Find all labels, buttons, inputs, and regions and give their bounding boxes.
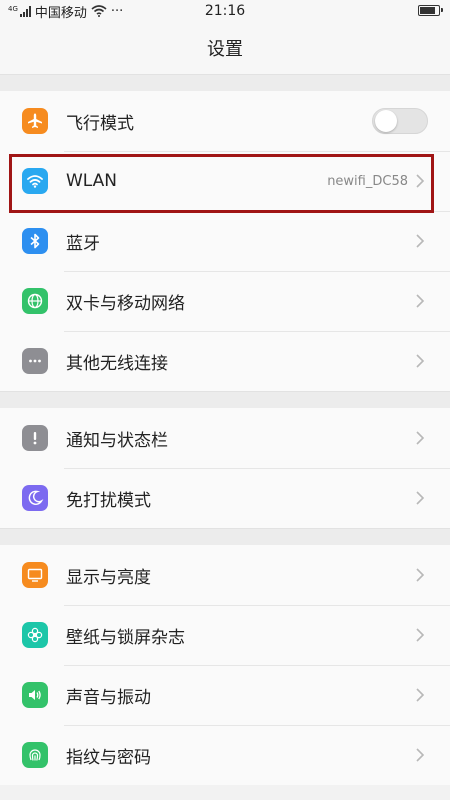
chevron-right-icon: [414, 567, 426, 583]
settings-item[interactable]: WLAN newifi_DC58: [0, 151, 450, 211]
settings-item[interactable]: 其他无线连接: [0, 331, 450, 391]
settings-item[interactable]: 显示与亮度: [0, 545, 450, 605]
settings-item-value: newifi_DC58: [327, 173, 408, 189]
more-indicator: ···: [110, 3, 124, 19]
settings-item-label: 蓝牙: [66, 233, 100, 254]
bluetooth-icon: [22, 228, 48, 254]
display-icon: [22, 562, 48, 588]
section-gap: [0, 528, 450, 545]
settings-item-label: 双卡与移动网络: [66, 293, 185, 314]
settings-item-label: WLAN: [66, 171, 118, 191]
more-dots-icon: [22, 348, 48, 374]
settings-item-label: 飞行模式: [66, 113, 134, 134]
settings-item-label: 指纹与密码: [66, 747, 151, 768]
signal-icon: [19, 5, 31, 17]
toggle-knob: [375, 110, 397, 132]
globe-icon: [22, 288, 48, 314]
settings-item[interactable]: 双卡与移动网络: [0, 271, 450, 331]
status-left: 4G 中国移动 ···: [8, 2, 123, 21]
chevron-right-icon: [414, 747, 426, 763]
settings-item[interactable]: 免打扰模式: [0, 468, 450, 528]
status-bar: 4G 中国移动 ··· 21:16: [0, 0, 450, 22]
page-title: 设置: [207, 39, 243, 60]
chevron-right-icon: [414, 233, 426, 249]
speaker-icon: [22, 682, 48, 708]
settings-group: 通知与状态栏 免打扰模式: [0, 408, 450, 528]
settings-item-label: 通知与状态栏: [66, 430, 168, 451]
settings-list: 飞行模式 WLAN newifi_DC58 蓝牙 双卡与移动网络 其他无线连接 通知与状态栏…: [0, 74, 450, 785]
chevron-right-icon: [414, 293, 426, 309]
chevron-right-icon: [414, 490, 426, 506]
fingerprint-icon: [22, 742, 48, 768]
settings-item[interactable]: 声音与振动: [0, 665, 450, 725]
settings-item-label: 免打扰模式: [66, 490, 151, 511]
airplane-icon: [22, 108, 48, 134]
airplane-mode-toggle[interactable]: [372, 108, 428, 134]
settings-item[interactable]: 壁纸与锁屏杂志: [0, 605, 450, 665]
chevron-right-icon: [414, 430, 426, 446]
settings-group: 飞行模式 WLAN newifi_DC58 蓝牙双卡与移动网络 其他无线连接: [0, 91, 450, 391]
battery-icon: [418, 5, 443, 16]
section-gap: [0, 74, 450, 91]
settings-item[interactable]: 通知与状态栏: [0, 408, 450, 468]
chevron-right-icon: [414, 353, 426, 369]
section-gap: [0, 391, 450, 408]
chevron-right-icon: [414, 173, 426, 189]
settings-item-label: 声音与振动: [66, 687, 151, 708]
flower-icon: [22, 622, 48, 648]
settings-item[interactable]: 飞行模式: [0, 91, 450, 151]
chevron-right-icon: [414, 687, 426, 703]
wifi-status-icon: [91, 5, 107, 17]
settings-item-label: 其他无线连接: [66, 353, 168, 374]
carrier-name: 中国移动: [34, 5, 87, 21]
network-type: 4G: [8, 4, 18, 13]
wifi-icon: [22, 168, 48, 194]
exclamation-icon: [22, 425, 48, 451]
settings-item-label: 壁纸与锁屏杂志: [66, 627, 185, 648]
page-title-bar: 设置: [0, 22, 450, 74]
settings-item[interactable]: 指纹与密码: [0, 725, 450, 785]
settings-item[interactable]: 蓝牙: [0, 211, 450, 271]
settings-group: 显示与亮度壁纸与锁屏杂志 声音与振动指纹与密码: [0, 545, 450, 785]
chevron-right-icon: [414, 627, 426, 643]
settings-item-label: 显示与亮度: [66, 567, 151, 588]
moon-icon: [22, 485, 48, 511]
